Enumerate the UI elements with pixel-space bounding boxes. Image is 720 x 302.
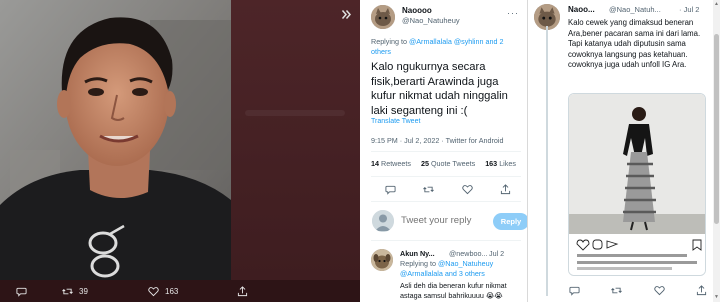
current-user-avatar (372, 210, 394, 232)
viewer-reply-action[interactable] (16, 286, 33, 297)
dog-avatar-image (371, 249, 393, 271)
heart-icon (148, 287, 159, 297)
retweets-count: 14 (371, 159, 379, 168)
retweets-stat[interactable]: 14 Retweets (371, 159, 411, 168)
reply-submit-button[interactable]: Reply (493, 213, 527, 230)
viewer-share-action[interactable] (237, 286, 248, 297)
viewer-photo[interactable] (0, 0, 231, 280)
thread-connector-line (546, 26, 548, 296)
quote-tweets-stat[interactable]: 25 Quote Tweets (421, 159, 475, 168)
viewer-action-bar: 39 163 (0, 280, 360, 302)
scroll-up-arrow-icon[interactable]: ▲ (714, 2, 719, 7)
quote-count: 25 (420, 159, 429, 168)
share-icon (501, 183, 511, 194)
tweet-time[interactable]: · Jul 2 (679, 5, 699, 14)
scrollbar[interactable]: ▲ ▼ (713, 0, 720, 302)
instagram-post-image (569, 94, 705, 275)
likes-label: Likes (499, 159, 516, 168)
share-icon (237, 286, 248, 297)
like-button[interactable] (461, 183, 473, 195)
tweet-text: Kalo ngukurnya secara fisik,berarti Araw… (371, 61, 508, 117)
tweet-text-line: cowoknya juga udah unfoll IG Ara. (568, 60, 687, 69)
share-button[interactable] (696, 284, 708, 296)
replying-to: Replying to @Armallalala @syhlinn and 2 … (371, 37, 521, 57)
reply-replying-to: Replying to @Nao_Natuheuy @Armallalala a… (400, 259, 525, 278)
reply-time[interactable]: Jul 2 (489, 249, 504, 258)
media-viewer: 39 163 (0, 0, 360, 302)
viewer-retweet-action[interactable]: 39 (62, 286, 88, 297)
scroll-down-arrow-icon[interactable]: ▼ (714, 295, 719, 300)
cat-avatar-image (371, 5, 395, 29)
likes-count: 163 (485, 159, 498, 168)
author-name[interactable]: Naoooo (402, 6, 432, 15)
viewer-like-action[interactable]: 163 (148, 286, 178, 297)
reply-tweet[interactable]: Akun Ny... @newboo... Jul 2 Replying to … (371, 246, 527, 302)
replying-prefix: Replying to (400, 259, 436, 268)
viewer-like-count: 163 (165, 287, 179, 296)
retweet-button[interactable] (423, 183, 435, 195)
author-handle[interactable]: @Nao_Natuh... (609, 5, 661, 14)
tweet-text-line: Tapi katanya udah diputusin sama cowokny… (568, 39, 688, 59)
tweet-detail-panel: Naoooo @Nao_Natuheuy ··· Replying to @Ar… (360, 0, 528, 302)
heart-icon (654, 285, 665, 295)
author-name[interactable]: Naoo... (568, 5, 595, 14)
author-handle[interactable]: @Nao_Natuheuy (402, 16, 460, 25)
divider (371, 201, 521, 202)
thread-reply-panel: Naoo... @Nao_Natuh... · Jul 2 Kalo cewek… (528, 0, 720, 302)
replying-prefix: Replying to (371, 37, 407, 46)
double-chevron-right-icon (341, 9, 351, 19)
reply-icon (16, 287, 27, 297)
reply-author-handle[interactable]: @newboo... (449, 249, 487, 258)
retweet-icon (62, 288, 73, 295)
heart-icon (462, 184, 473, 194)
reply-input[interactable] (401, 215, 481, 226)
reply-button[interactable] (568, 284, 580, 296)
tweet-stats: 14 Retweets 25 Quote Tweets 163 Likes (371, 159, 526, 168)
more-options-icon[interactable]: ··· (507, 8, 519, 18)
viewer-backdrop-strip (231, 0, 360, 280)
portrait-image (0, 0, 231, 280)
divider (371, 176, 521, 177)
reply-author-name[interactable]: Akun Ny... (400, 249, 435, 258)
tweet-header: Naoooo @Nao_Natuheuy ··· (360, 0, 527, 36)
tweet-timestamp[interactable]: 9:15 PM · Jul 2, 2022 · Twitter for Andr… (371, 136, 504, 145)
retweet-icon (611, 287, 623, 293)
avatar[interactable] (371, 5, 395, 29)
share-button[interactable] (500, 183, 512, 195)
retweets-label: Retweets (381, 159, 411, 168)
reply-icon (568, 286, 580, 296)
reply-composer: Reply (371, 208, 527, 234)
tweet-action-bar (568, 284, 708, 296)
divider (371, 240, 521, 241)
like-button[interactable] (653, 284, 665, 296)
divider (371, 151, 521, 152)
likes-stat[interactable]: 163 Likes (485, 159, 516, 168)
thread-tweet-text: Kalo cewek yang dimaksud beneran Ara,ben… (568, 18, 718, 71)
tweet-action-bar (384, 183, 512, 195)
scrollbar-thumb[interactable] (714, 34, 719, 224)
avatar[interactable] (371, 249, 393, 271)
reply-text: Asli deh dia beneran kufur nikmat astaga… (400, 281, 507, 300)
expand-panel-button[interactable] (338, 6, 354, 22)
viewer-retweet-count: 39 (79, 287, 88, 296)
quote-label: Quote Tweets (430, 159, 476, 168)
retweet-button[interactable] (611, 284, 623, 296)
default-user-icon (372, 210, 394, 232)
faded-text (245, 110, 345, 116)
share-icon (697, 284, 707, 295)
reply-icon (384, 185, 396, 195)
reply-button[interactable] (384, 183, 396, 195)
retweet-icon (423, 186, 435, 192)
translate-tweet-link[interactable]: Translate Tweet (371, 118, 420, 125)
attached-instagram-screenshot[interactable] (568, 93, 706, 276)
tweet-text-line: Kalo cewek yang dimaksud beneran Ara,ben… (568, 18, 701, 38)
